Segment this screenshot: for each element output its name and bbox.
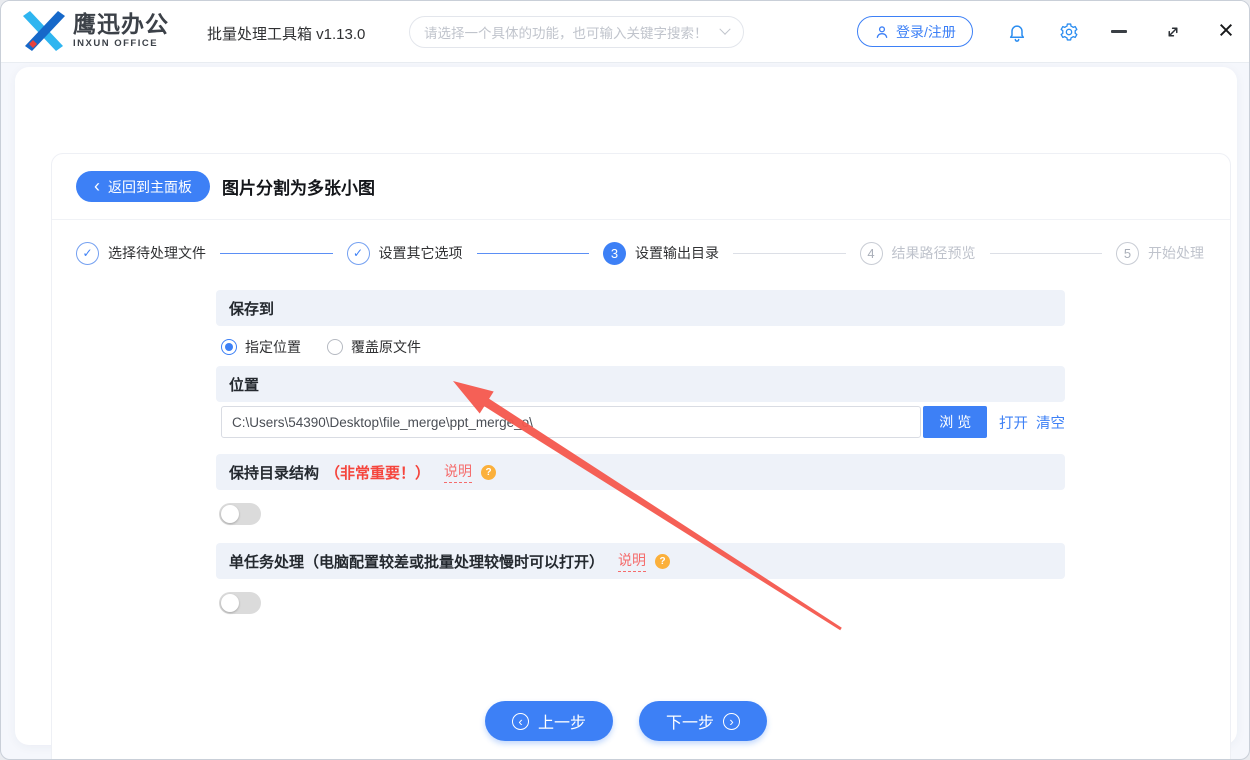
single-task-toggle[interactable] <box>219 592 261 614</box>
step-1-label: 选择待处理文件 <box>108 245 206 261</box>
step-5: 5 开始处理 <box>1116 241 1204 265</box>
keep-structure-toggle[interactable] <box>219 503 261 525</box>
arrow-left-circle-icon: ‹ <box>511 712 529 730</box>
app-window: 鹰迅办公 INXUN OFFICE 批量处理工具箱 v1.13.0 请选择一个具… <box>0 0 1250 760</box>
step-3-number: 3 <box>603 241 626 265</box>
keep-structure-section-header: 保持目录结构 （非常重要！） 说明 ? <box>216 454 1065 490</box>
function-search-select[interactable]: 请选择一个具体的功能，也可输入关键字搜索！ <box>409 16 744 48</box>
radio-dot-icon <box>221 339 237 355</box>
step-5-number: 5 <box>1116 241 1139 265</box>
save-to-section-header: 保存到 <box>216 290 1065 326</box>
toggle-knob <box>221 594 239 612</box>
chevron-down-icon <box>719 23 731 35</box>
wizard-panel: ‹ 返回到主面板 图片分割为多张小图 ✓ 选择待处理文件 ✓ 设置其它选项 3 <box>51 153 1231 759</box>
toggle-knob <box>221 505 239 523</box>
minimize-button[interactable] <box>1111 30 1127 33</box>
resize-button[interactable] <box>1163 22 1183 42</box>
content-card: ‹ 返回到主面板 图片分割为多张小图 ✓ 选择待处理文件 ✓ 设置其它选项 3 <box>15 67 1237 759</box>
output-path-row: 浏览 打开 清空 <box>221 404 1065 438</box>
location-title: 位置 <box>229 376 260 394</box>
question-mark-icon[interactable]: ? <box>481 464 497 480</box>
keep-structure-important-note: （非常重要！） <box>325 464 431 482</box>
step-2: ✓ 设置其它选项 <box>346 241 463 265</box>
app-logo: 鹰迅办公 INXUN OFFICE <box>21 11 169 51</box>
user-icon <box>876 25 888 38</box>
save-to-title: 保存到 <box>229 300 275 318</box>
open-folder-link[interactable]: 打开 <box>999 412 1028 433</box>
output-settings-form: 保存到 指定位置 覆盖原文件 位置 浏览 <box>216 290 1065 614</box>
logo-text-cn: 鹰迅办公 <box>73 11 169 38</box>
output-path-input[interactable] <box>221 406 922 438</box>
step-4: 4 结果路径预览 <box>859 241 976 265</box>
step-4-number: 4 <box>859 241 883 265</box>
clear-path-link[interactable]: 清空 <box>1036 412 1065 433</box>
previous-step-label: 上一步 <box>537 715 586 732</box>
radio-overwrite-original[interactable]: 覆盖原文件 <box>327 337 421 357</box>
radio-specified-label: 指定位置 <box>245 339 301 355</box>
radio-overwrite-label: 覆盖原文件 <box>351 339 421 355</box>
radio-dot-icon <box>327 339 343 355</box>
next-step-label: 下一步 <box>666 715 715 732</box>
login-label: 登录/注册 <box>896 23 956 40</box>
step-1: ✓ 选择待处理文件 <box>76 241 206 265</box>
title-bar: 鹰迅办公 INXUN OFFICE 批量处理工具箱 v1.13.0 请选择一个具… <box>1 1 1249 63</box>
app-title: 批量处理工具箱 v1.13.0 <box>207 26 366 43</box>
next-step-button[interactable]: 下一步 › <box>639 701 768 741</box>
settings-gear-icon[interactable] <box>1059 22 1079 42</box>
login-register-button[interactable]: 登录/注册 <box>857 16 973 47</box>
step-4-label: 结果路径预览 <box>891 245 976 261</box>
page-title: 图片分割为多张小图 <box>222 179 375 198</box>
logo-text-en: INXUN OFFICE <box>73 38 159 50</box>
step-5-label: 开始处理 <box>1148 245 1204 261</box>
single-task-help-link[interactable]: 说明 <box>618 550 647 572</box>
step-1-check-icon: ✓ <box>76 241 99 265</box>
step-2-label: 设置其它选项 <box>378 245 463 261</box>
step-3-label: 设置输出目录 <box>635 245 719 261</box>
logo-x-icon <box>23 11 65 51</box>
step-connector <box>733 252 846 254</box>
search-placeholder: 请选择一个具体的功能，也可输入关键字搜索！ <box>424 26 708 41</box>
notification-bell-icon[interactable] <box>1007 22 1027 42</box>
single-task-section-header: 单任务处理（电脑配置较差或批量处理较慢时可以打开） 说明 ? <box>216 543 1065 579</box>
save-to-options: 指定位置 覆盖原文件 <box>216 326 1065 366</box>
location-section-header: 位置 <box>216 366 1065 402</box>
step-connector <box>220 252 333 254</box>
keep-structure-title: 保持目录结构 <box>229 464 320 482</box>
step-3: 3 设置输出目录 <box>603 241 719 265</box>
chevron-left-icon: ‹ <box>94 175 100 196</box>
arrow-right-circle-icon: › <box>723 712 741 730</box>
single-task-title: 单任务处理（电脑配置较差或批量处理较慢时可以打开） <box>229 553 605 571</box>
step-indicator: ✓ 选择待处理文件 ✓ 设置其它选项 3 设置输出目录 4 结果路径预览 5 开… <box>76 238 1204 268</box>
question-mark-icon[interactable]: ? <box>655 553 671 569</box>
close-button[interactable]: × <box>1215 15 1237 45</box>
step-connector <box>476 252 589 254</box>
back-button-label: 返回到主面板 <box>108 178 192 195</box>
wizard-footer: ‹ 上一步 下一步 › <box>1 701 1249 741</box>
keep-structure-help-link[interactable]: 说明 <box>444 461 473 483</box>
step-connector <box>989 252 1102 254</box>
step-2-check-icon: ✓ <box>346 241 370 265</box>
back-to-dashboard-button[interactable]: ‹ 返回到主面板 <box>76 171 210 202</box>
wizard-header: ‹ 返回到主面板 图片分割为多张小图 <box>52 154 1230 220</box>
radio-specified-location[interactable]: 指定位置 <box>221 337 301 357</box>
browse-button[interactable]: 浏览 <box>923 406 987 438</box>
previous-step-button[interactable]: ‹ 上一步 <box>484 701 613 741</box>
